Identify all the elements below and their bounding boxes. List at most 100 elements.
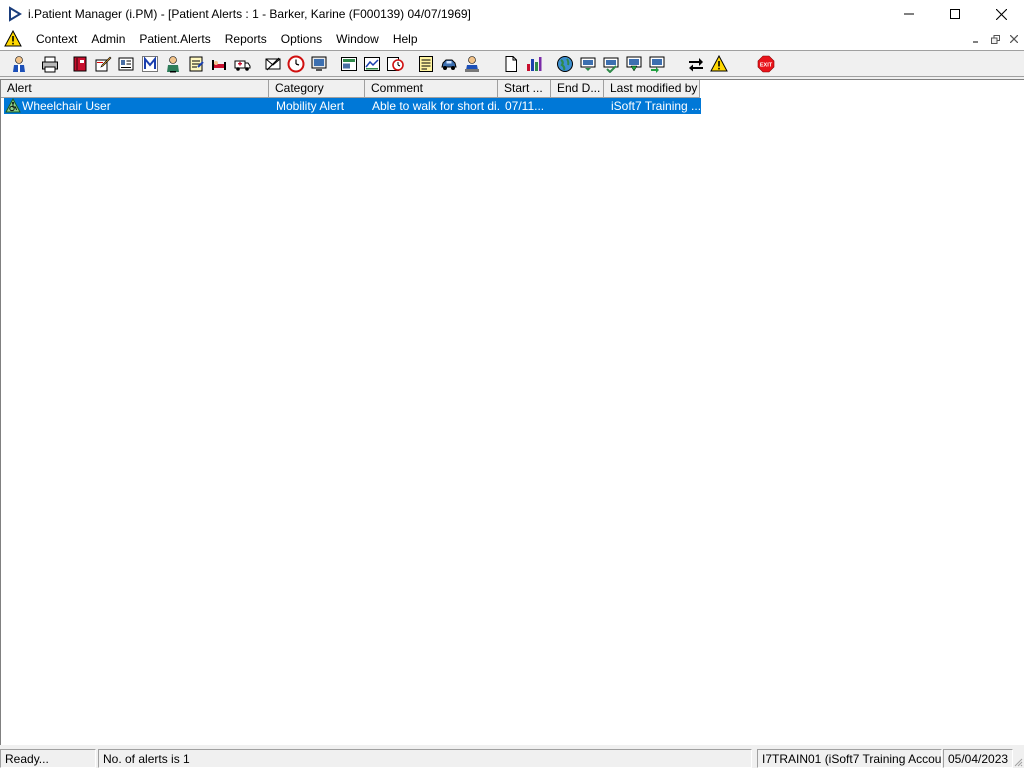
maximize-button[interactable] bbox=[932, 0, 978, 28]
edit-icon bbox=[95, 56, 112, 72]
status-alert-count: No. of alerts is 1 bbox=[98, 749, 752, 768]
clock-button[interactable] bbox=[285, 53, 307, 75]
alerts-list[interactable]: Alert Category Comment Start ... End D..… bbox=[0, 79, 1024, 745]
column-header-end-date[interactable]: End D... bbox=[551, 80, 604, 98]
mdi-restore-button[interactable] bbox=[987, 31, 1003, 47]
menu-help[interactable]: Help bbox=[386, 28, 425, 50]
menu-window[interactable]: Window bbox=[329, 28, 386, 50]
chart-button[interactable] bbox=[361, 53, 383, 75]
close-icon bbox=[1010, 35, 1018, 43]
menu-admin[interactable]: Admin bbox=[84, 28, 132, 50]
check-list-icon bbox=[603, 57, 619, 73]
column-header-last-modified-by[interactable]: Last modified by bbox=[604, 80, 700, 98]
check-list-button[interactable] bbox=[600, 53, 622, 75]
bed-button[interactable] bbox=[208, 53, 230, 75]
document-button[interactable] bbox=[500, 53, 522, 75]
car-icon bbox=[441, 59, 457, 70]
inbox-icon bbox=[580, 57, 596, 71]
status-user: I7TRAIN01 (iSoft7 Training Account) bbox=[757, 749, 942, 768]
column-header-category[interactable]: Category bbox=[269, 80, 365, 98]
maximize-icon bbox=[950, 9, 960, 19]
download-button[interactable] bbox=[623, 53, 645, 75]
title-bar: i.Patient Manager (i.PM) - [Patient Aler… bbox=[0, 0, 1024, 28]
ambulance-icon bbox=[234, 60, 251, 71]
menu-bar: Context Admin Patient.Alerts Reports Opt… bbox=[0, 28, 1024, 50]
cell-end-date bbox=[558, 98, 606, 114]
window-title: i.Patient Manager (i.PM) - [Patient Aler… bbox=[28, 7, 471, 21]
warning-icon bbox=[710, 55, 728, 72]
minimize-icon bbox=[904, 13, 914, 15]
bar-chart-button[interactable] bbox=[523, 53, 545, 75]
patient-icon bbox=[13, 56, 25, 72]
mdi-minimize-button[interactable] bbox=[968, 31, 984, 47]
print-button[interactable] bbox=[39, 53, 61, 75]
user-lock-button[interactable] bbox=[461, 53, 483, 75]
globe-button[interactable] bbox=[554, 53, 576, 75]
patient-button[interactable] bbox=[8, 53, 30, 75]
globe-icon bbox=[557, 56, 573, 72]
alert-button[interactable] bbox=[708, 53, 730, 75]
minimize-icon bbox=[973, 41, 978, 43]
inbox-button[interactable] bbox=[577, 53, 599, 75]
car-button[interactable] bbox=[438, 53, 460, 75]
exit-icon: EXIT bbox=[757, 55, 775, 73]
app-logo-icon bbox=[9, 6, 22, 22]
history-button[interactable] bbox=[384, 53, 406, 75]
m-letter-icon bbox=[142, 56, 158, 72]
wheelchair-alert-icon bbox=[5, 98, 21, 113]
resize-grip-icon[interactable] bbox=[1013, 757, 1023, 767]
cell-category: Mobility Alert bbox=[276, 99, 345, 113]
book-button[interactable] bbox=[69, 53, 91, 75]
bar-chart-icon bbox=[527, 57, 542, 71]
printer-icon bbox=[42, 56, 58, 73]
id-card-icon bbox=[118, 57, 134, 71]
column-header-alert[interactable]: Alert bbox=[1, 80, 269, 98]
menu-context[interactable]: Context bbox=[29, 28, 84, 50]
status-ready: Ready... bbox=[0, 749, 96, 768]
menu-reports[interactable]: Reports bbox=[218, 28, 274, 50]
transfer-button[interactable] bbox=[646, 53, 668, 75]
exit-button[interactable]: EXIT bbox=[755, 53, 777, 75]
minimize-button[interactable] bbox=[886, 0, 932, 28]
history-icon bbox=[387, 57, 404, 71]
download-icon bbox=[626, 56, 642, 72]
mail-button[interactable] bbox=[262, 53, 284, 75]
clock-icon bbox=[287, 55, 305, 73]
cell-alert: Wheelchair User bbox=[22, 99, 111, 113]
close-icon bbox=[995, 8, 1007, 20]
user-lock-icon bbox=[465, 56, 479, 72]
doctor-icon bbox=[167, 56, 179, 73]
column-header-start-date[interactable]: Start ... bbox=[498, 80, 551, 98]
menu-options[interactable]: Options bbox=[274, 28, 329, 50]
book-icon bbox=[73, 56, 87, 72]
status-date: 05/04/2023 bbox=[943, 749, 1013, 768]
bed-icon bbox=[212, 60, 226, 70]
screen-button[interactable] bbox=[338, 53, 360, 75]
memo-button[interactable] bbox=[415, 53, 437, 75]
screen-icon bbox=[341, 57, 357, 71]
memo-icon bbox=[419, 56, 433, 72]
swap-button[interactable] bbox=[685, 53, 707, 75]
cell-last-modified-by: iSoft7 Training ... bbox=[611, 99, 701, 113]
toolbar: EXIT bbox=[0, 50, 1024, 77]
monitor-icon bbox=[311, 56, 327, 71]
monitor-button[interactable] bbox=[308, 53, 330, 75]
ambulance-button[interactable] bbox=[231, 53, 253, 75]
m-button[interactable] bbox=[139, 53, 161, 75]
document-icon bbox=[505, 56, 517, 72]
svg-text:EXIT: EXIT bbox=[760, 62, 773, 68]
id-card-button[interactable] bbox=[115, 53, 137, 75]
column-header-comment[interactable]: Comment bbox=[365, 80, 498, 98]
chart-icon bbox=[364, 57, 380, 71]
doctor-button[interactable] bbox=[162, 53, 184, 75]
cell-comment: Able to walk for short di... bbox=[372, 99, 500, 113]
warning-icon[interactable] bbox=[4, 30, 22, 48]
mdi-close-button[interactable] bbox=[1006, 31, 1022, 47]
close-button[interactable] bbox=[978, 0, 1024, 28]
table-row[interactable]: Wheelchair User Mobility Alert Able to w… bbox=[4, 98, 701, 114]
menu-patient-alerts[interactable]: Patient.Alerts bbox=[132, 28, 217, 50]
edit-button[interactable] bbox=[92, 53, 114, 75]
swap-icon bbox=[689, 58, 703, 72]
notes-button[interactable] bbox=[185, 53, 207, 75]
cell-start-date: 07/11... bbox=[505, 99, 545, 113]
